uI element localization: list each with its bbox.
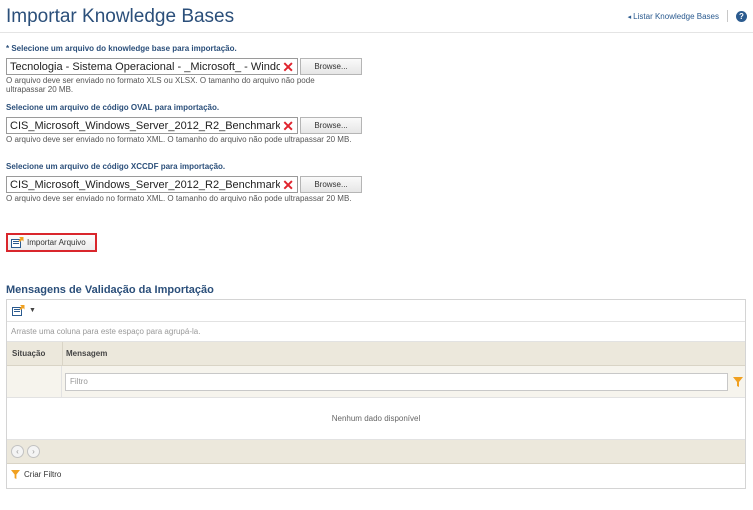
validation-grid: ▼ Arraste uma coluna para este espaço pa… [6, 299, 746, 489]
page-title: Importar Knowledge Bases [6, 6, 235, 27]
next-page-button[interactable]: › [27, 445, 40, 458]
previous-page-button[interactable]: ‹ [11, 445, 24, 458]
kb-file-hint: O arquivo deve ser enviado no formato XL… [6, 76, 315, 94]
xccdf-file-hint: O arquivo deve ser enviado no formato XM… [6, 194, 352, 203]
pager: ‹ › [7, 440, 745, 464]
xccdf-file-row: CIS_Microsoft_Windows_Server_2012_R2_Ben… [6, 176, 362, 193]
grid-toolbar: ▼ [7, 300, 745, 322]
remove-file-icon[interactable]: ✕ [282, 119, 294, 133]
column-header-mensagem[interactable]: Mensagem [62, 342, 745, 365]
oval-file-row: CIS_Microsoft_Windows_Server_2012_R2_Ben… [6, 117, 362, 134]
kb-file-row: Tecnologia - Sistema Operacional - _Micr… [6, 58, 362, 75]
group-by-area[interactable]: Arraste uma coluna para este espaço para… [7, 322, 745, 342]
oval-browse-button[interactable]: Browse... [300, 117, 362, 134]
back-arrow-icon: ◂ [627, 13, 632, 21]
import-file-icon [11, 237, 24, 248]
import-file-button[interactable]: Importar Arquivo [6, 233, 97, 252]
funnel-icon [11, 469, 20, 479]
divider [727, 10, 728, 22]
empty-state: Nenhum dado disponível [7, 398, 745, 440]
create-filter-link[interactable]: Criar Filtro [7, 464, 745, 484]
xccdf-file-input[interactable]: CIS_Microsoft_Windows_Server_2012_R2_Ben… [6, 176, 298, 193]
kb-file-label: * Selecione um arquivo do knowledge base… [6, 44, 237, 53]
remove-file-icon[interactable]: ✕ [282, 60, 294, 74]
remove-file-icon[interactable]: ✕ [282, 178, 294, 192]
chevron-down-icon[interactable]: ▼ [29, 307, 36, 314]
validation-section-title: Mensagens de Validação da Importação [6, 284, 214, 296]
kb-browse-button[interactable]: Browse... [300, 58, 362, 75]
grid-header: Situação Mensagem [7, 342, 745, 366]
title-divider [0, 32, 753, 33]
filter-spacer [7, 366, 62, 397]
xccdf-browse-button[interactable]: Browse... [300, 176, 362, 193]
xccdf-file-label: Selecione um arquivo de código XCCDF par… [6, 162, 226, 171]
filter-row: Filtro [7, 366, 745, 398]
top-actions: ◂ Listar Knowledge Bases ? [628, 10, 747, 22]
message-filter-input[interactable]: Filtro [65, 372, 728, 391]
oval-file-label: Selecione um arquivo de código OVAL para… [6, 103, 220, 112]
list-knowledge-bases-link[interactable]: ◂ Listar Knowledge Bases [628, 12, 719, 21]
oval-file-input[interactable]: CIS_Microsoft_Windows_Server_2012_R2_Ben… [6, 117, 298, 134]
column-header-situacao[interactable]: Situação [7, 349, 62, 358]
export-icon[interactable] [12, 305, 25, 316]
help-icon[interactable]: ? [736, 10, 747, 22]
oval-file-hint: O arquivo deve ser enviado no formato XM… [6, 135, 352, 144]
funnel-icon[interactable] [733, 376, 743, 387]
kb-file-input[interactable]: Tecnologia - Sistema Operacional - _Micr… [6, 58, 298, 75]
